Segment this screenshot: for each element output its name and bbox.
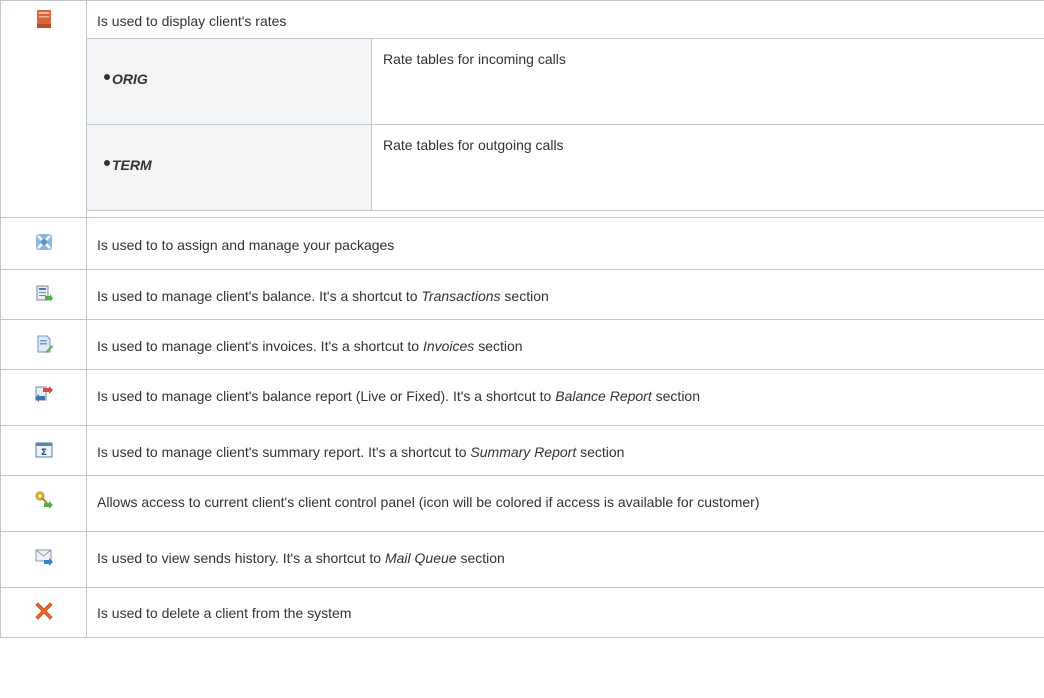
- section-link: Mail Queue: [384, 550, 457, 566]
- mail-history-icon: [34, 546, 54, 566]
- rates-book-icon: [34, 9, 54, 29]
- rate-types-table: ORIG Rate tables for incoming calls TERM…: [87, 38, 1044, 211]
- row-description: Is used to manage client's balance repor…: [97, 388, 700, 404]
- table-row: Is used to view sends history. It's a sh…: [0, 531, 1044, 588]
- table-row: Is used to display client's rates ORIG R…: [0, 0, 1044, 218]
- balance-report-icon: [34, 384, 54, 404]
- row-description: Is used to manage client's invoices. It'…: [97, 338, 523, 354]
- delete-client-icon: [34, 601, 54, 621]
- balance-icon: [34, 284, 54, 304]
- row-description: Allows access to current client's client…: [97, 494, 760, 510]
- rate-type-name: TERM: [112, 157, 152, 173]
- section-link: Summary Report: [470, 444, 577, 460]
- section-link: Balance Report: [555, 388, 652, 404]
- table-row: Is used to delete a client from the syst…: [0, 587, 1044, 638]
- row-description: Is used to delete a client from the syst…: [97, 605, 352, 621]
- rate-type-description: Rate tables for outgoing calls: [383, 137, 564, 153]
- table-row: ORIG Rate tables for incoming calls: [87, 38, 1044, 125]
- svg-text:Σ: Σ: [40, 448, 46, 458]
- packages-icon: [34, 232, 54, 252]
- row-description: Is used to display client's rates: [97, 13, 287, 29]
- icons-description-table: Is used to display client's rates ORIG R…: [0, 0, 1044, 638]
- bullet-icon: [104, 74, 110, 80]
- row-description: Is used to manage client's summary repor…: [97, 444, 625, 460]
- table-row: Allows access to current client's client…: [0, 475, 1044, 532]
- table-row: Is used to to assign and manage your pac…: [0, 217, 1044, 270]
- section-link: Transactions: [421, 288, 501, 304]
- table-row: Is used to manage client's balance. It's…: [0, 269, 1044, 320]
- rate-type-name: ORIG: [112, 71, 148, 87]
- table-row: Σ Is used to manage client's summary rep…: [0, 425, 1044, 476]
- row-description: Is used to view sends history. It's a sh…: [97, 550, 505, 566]
- table-row: TERM Rate tables for outgoing calls: [87, 124, 1044, 211]
- row-description: Is used to manage client's balance. It's…: [97, 288, 549, 304]
- summary-report-icon: Σ: [34, 440, 54, 460]
- row-description: Is used to to assign and manage your pac…: [97, 237, 395, 253]
- rate-type-description: Rate tables for incoming calls: [383, 51, 566, 67]
- key-access-icon: [34, 490, 54, 510]
- invoices-icon: [34, 334, 54, 354]
- bullet-icon: [104, 160, 110, 166]
- table-row: Is used to manage client's balance repor…: [0, 369, 1044, 426]
- table-row: Is used to manage client's invoices. It'…: [0, 319, 1044, 370]
- section-link: Invoices: [422, 338, 475, 354]
